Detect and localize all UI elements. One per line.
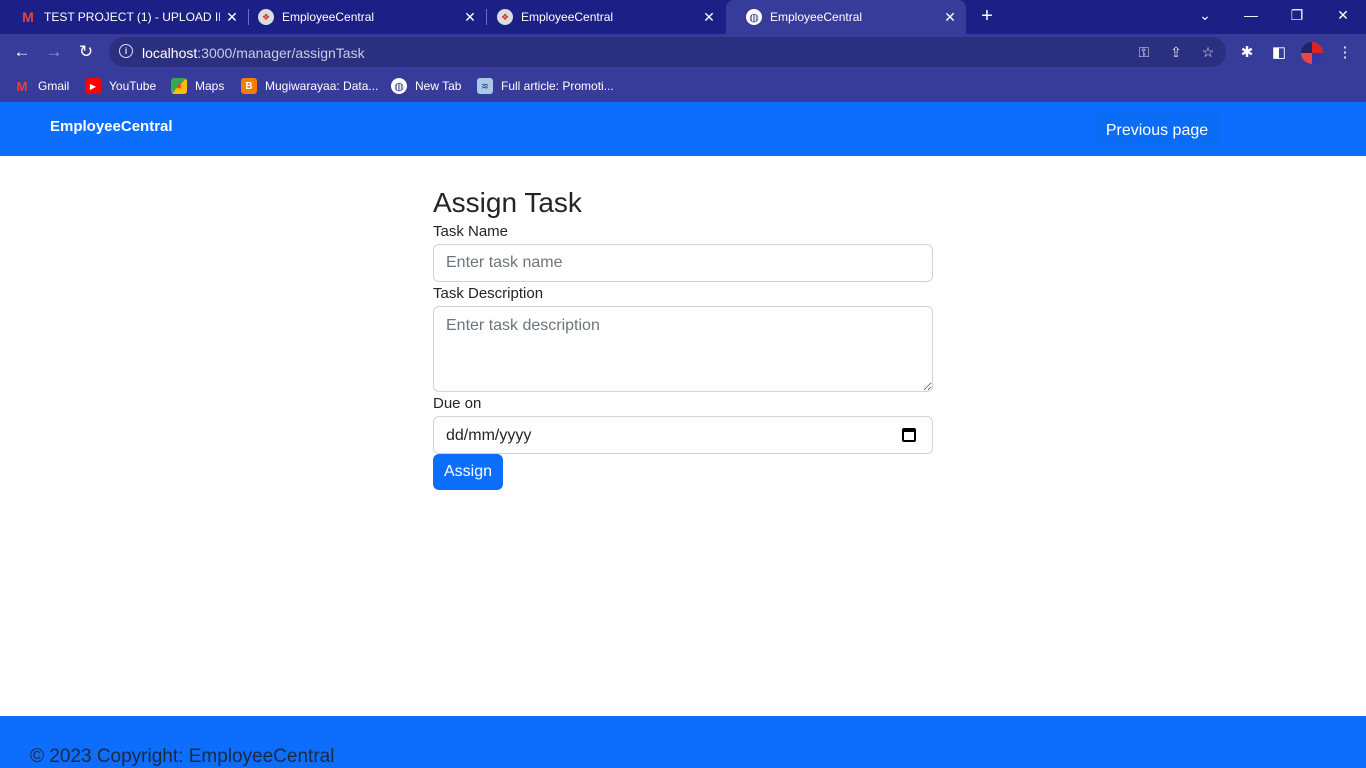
side-panel-icon[interactable]: ◧ [1270, 43, 1288, 61]
bookmark-label: Full article: Promoti... [501, 79, 614, 93]
calendar-icon[interactable] [902, 428, 916, 442]
article-icon: ≋ [477, 78, 493, 94]
bookmark-mugiwarayaa[interactable]: B Mugiwarayaa: Data... [241, 77, 378, 95]
key-icon[interactable]: ⚿ [1135, 43, 1153, 61]
bookmarks-bar: M Gmail ▶ YouTube ● Maps B Mugiwarayaa: … [0, 70, 1366, 102]
task-name-input[interactable] [433, 244, 933, 282]
maps-icon: ● [171, 78, 187, 94]
close-window-button[interactable]: ✕ [1320, 0, 1366, 30]
tab-employeecentral-2[interactable]: ❖ EmployeeCentral ✕ [477, 0, 725, 34]
minimize-button[interactable]: — [1228, 0, 1274, 30]
task-description-input[interactable] [433, 306, 933, 392]
globe-icon: ◍ [746, 9, 762, 25]
site-info-icon[interactable]: i [119, 44, 133, 58]
bookmark-maps[interactable]: ● Maps [171, 77, 224, 95]
reload-icon[interactable]: ↻ [74, 40, 98, 64]
youtube-icon: ▶ [85, 78, 101, 94]
browser-tab-bar: M TEST PROJECT (1) - UPLOAD INST ✕ ❖ Emp… [0, 0, 1366, 34]
app-icon: ❖ [497, 9, 513, 25]
due-date-input[interactable]: dd/mm/yyyy [433, 416, 933, 454]
previous-page-button[interactable]: Previous page [1095, 112, 1219, 150]
bookmark-label: New Tab [415, 79, 462, 93]
blogger-icon: B [241, 78, 257, 94]
brand-link[interactable]: EmployeeCentral [50, 118, 173, 135]
menu-icon[interactable]: ⋮ [1336, 43, 1354, 61]
restore-button[interactable]: ❐ [1274, 0, 1320, 30]
tab-search-icon[interactable]: ⌄ [1182, 0, 1228, 30]
app-icon: ❖ [258, 9, 274, 25]
tab-title: EmployeeCentral [521, 10, 614, 24]
bookmark-label: Mugiwarayaa: Data... [265, 79, 379, 93]
gmail-icon: M [16, 78, 28, 94]
back-icon[interactable]: ← [10, 40, 34, 64]
bookmark-new-tab[interactable]: ◍ New Tab [391, 77, 461, 95]
bookmark-label: Gmail [38, 79, 70, 93]
tab-title: TEST PROJECT (1) - UPLOAD INST [44, 10, 220, 24]
browser-toolbar: ← → ↻ i localhost:3000/manager/assignTas… [0, 34, 1366, 70]
url-host: localhost [142, 45, 198, 61]
url-text: localhost:3000/manager/assignTask [142, 45, 365, 61]
app-navbar: EmployeeCentral Previous page [0, 102, 1366, 156]
tab-title: EmployeeCentral [282, 10, 375, 24]
page-title: Assign Task [433, 187, 582, 218]
bookmark-gmail[interactable]: M Gmail [14, 77, 70, 95]
tab-employeecentral-1[interactable]: ❖ EmployeeCentral ✕ [238, 0, 486, 34]
footer-copyright: © 2023 Copyright: EmployeeCentral [30, 746, 335, 767]
bookmark-star-icon[interactable]: ☆ [1199, 43, 1217, 61]
tab-title: EmployeeCentral [770, 10, 863, 24]
extensions-icon[interactable]: ✱ [1238, 43, 1256, 61]
task-name-label: Task Name [433, 223, 509, 240]
close-icon[interactable]: ✕ [942, 9, 958, 25]
close-icon[interactable]: ✕ [701, 9, 717, 25]
share-icon[interactable]: ⇪ [1167, 43, 1185, 61]
bookmark-youtube[interactable]: ▶ YouTube [85, 77, 156, 95]
bookmark-label: YouTube [109, 79, 157, 93]
tab-gmail[interactable]: M TEST PROJECT (1) - UPLOAD INST ✕ [0, 0, 248, 34]
url-path: :3000/manager/assignTask [197, 45, 365, 61]
forward-icon[interactable]: → [42, 40, 66, 64]
bookmark-label: Maps [195, 79, 225, 93]
assign-button[interactable]: Assign [433, 454, 503, 490]
task-description-label: Task Description [433, 285, 544, 302]
gmail-icon: M [22, 9, 34, 25]
address-bar[interactable]: i localhost:3000/manager/assignTask ⚿ ⇪ … [109, 37, 1226, 67]
close-icon[interactable]: ✕ [462, 9, 478, 25]
assign-task-form: Assign Task Task Name Task Description D… [433, 186, 933, 490]
avatar[interactable] [1301, 42, 1323, 64]
footer: © 2023 Copyright: EmployeeCentral [0, 716, 1366, 768]
new-tab-button[interactable]: + [976, 5, 998, 27]
bookmark-full-article[interactable]: ≋ Full article: Promoti... [477, 77, 614, 95]
due-date-placeholder: dd/mm/yyyy [446, 427, 532, 444]
due-on-label: Due on [433, 395, 482, 412]
globe-icon: ◍ [391, 78, 407, 94]
tab-employeecentral-active[interactable]: ◍ EmployeeCentral ✕ [726, 0, 966, 34]
